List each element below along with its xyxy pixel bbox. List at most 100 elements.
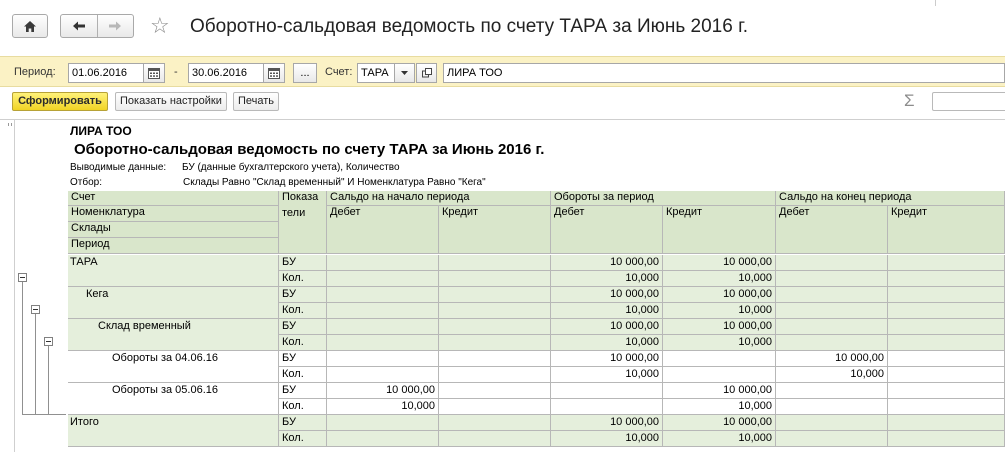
account-dropdown-button[interactable] — [394, 63, 415, 83]
show-settings-button[interactable]: Показать настройки — [115, 92, 227, 111]
cell-turnover-credit[interactable]: 10 000,00 — [663, 287, 776, 303]
cell-closing-credit[interactable] — [888, 303, 1005, 319]
cell-opening-debit[interactable] — [327, 287, 439, 303]
cell-opening-debit[interactable] — [327, 351, 439, 367]
row-label[interactable]: Обороты за 04.06.16 — [68, 351, 279, 383]
sum-icon[interactable]: Σ — [904, 91, 915, 111]
organization-field[interactable]: ЛИРА ТОО — [443, 63, 1005, 83]
cell-opening-credit[interactable] — [439, 255, 551, 271]
cell-closing-credit[interactable] — [888, 271, 1005, 287]
collapse-warehouse-toggle[interactable] — [44, 337, 53, 346]
cell-turnover-debit[interactable]: 10 000,00 — [551, 287, 663, 303]
cell-opening-credit[interactable] — [439, 399, 551, 415]
cell-turnover-credit[interactable]: 10 000,00 — [663, 383, 776, 399]
cell-turnover-credit[interactable]: 10,000 — [663, 335, 776, 351]
row-label[interactable]: Склад временный — [68, 319, 279, 351]
date-to-calendar-button[interactable] — [263, 63, 285, 83]
row-label[interactable]: ТАРА — [68, 255, 279, 287]
cell-opening-debit[interactable] — [327, 431, 439, 447]
period-select-button[interactable]: ... — [293, 63, 317, 83]
cell-closing-credit[interactable] — [888, 287, 1005, 303]
cell-closing-debit[interactable] — [776, 319, 888, 335]
cell-turnover-debit[interactable] — [551, 383, 663, 399]
forward-button[interactable] — [97, 15, 133, 37]
cell-turnover-debit[interactable] — [551, 399, 663, 415]
cell-turnover-credit[interactable]: 10 000,00 — [663, 319, 776, 335]
cell-turnover-credit[interactable]: 10,000 — [663, 303, 776, 319]
cell-turnover-debit[interactable]: 10 000,00 — [551, 255, 663, 271]
cell-opening-debit[interactable] — [327, 415, 439, 431]
cell-opening-credit[interactable] — [439, 351, 551, 367]
cell-closing-debit[interactable] — [776, 287, 888, 303]
cell-opening-debit[interactable] — [327, 255, 439, 271]
cell-opening-credit[interactable] — [439, 383, 551, 399]
cell-turnover-debit[interactable]: 10,000 — [551, 271, 663, 287]
report-area[interactable]: ЛИРА ТОО Оборотно-сальдовая ведомость по… — [0, 119, 1005, 452]
cell-closing-credit[interactable] — [888, 383, 1005, 399]
cell-opening-credit[interactable] — [439, 287, 551, 303]
cell-closing-debit[interactable] — [776, 431, 888, 447]
cell-closing-credit[interactable] — [888, 351, 1005, 367]
cell-opening-debit[interactable] — [327, 367, 439, 383]
cell-opening-debit[interactable]: 10 000,00 — [327, 383, 439, 399]
cell-turnover-credit[interactable]: 10 000,00 — [663, 255, 776, 271]
cell-opening-debit[interactable] — [327, 335, 439, 351]
cell-closing-debit[interactable] — [776, 415, 888, 431]
cell-opening-debit[interactable] — [327, 319, 439, 335]
cell-closing-debit[interactable] — [776, 383, 888, 399]
cell-closing-credit[interactable] — [888, 319, 1005, 335]
cell-opening-debit[interactable] — [327, 271, 439, 287]
back-button[interactable] — [61, 15, 97, 37]
cell-closing-credit[interactable] — [888, 415, 1005, 431]
cell-closing-credit[interactable] — [888, 255, 1005, 271]
collapse-tara-toggle[interactable] — [18, 273, 27, 282]
cell-closing-credit[interactable] — [888, 335, 1005, 351]
cell-opening-credit[interactable] — [439, 431, 551, 447]
generate-button[interactable]: Сформировать — [12, 92, 108, 111]
cell-turnover-debit[interactable]: 10 000,00 — [551, 319, 663, 335]
date-from-field[interactable]: 01.06.2016 — [68, 63, 144, 83]
cell-closing-debit[interactable] — [776, 399, 888, 415]
cell-opening-credit[interactable] — [439, 415, 551, 431]
cell-opening-credit[interactable] — [439, 271, 551, 287]
cell-turnover-credit[interactable]: 10,000 — [663, 399, 776, 415]
cell-turnover-debit[interactable]: 10,000 — [551, 367, 663, 383]
cell-closing-credit[interactable] — [888, 399, 1005, 415]
cell-turnover-credit[interactable]: 10,000 — [663, 271, 776, 287]
cell-closing-debit[interactable] — [776, 303, 888, 319]
cell-turnover-credit[interactable] — [663, 351, 776, 367]
favorite-star-icon[interactable]: ☆ — [150, 14, 170, 38]
row-label[interactable]: Обороты за 05.06.16 — [68, 383, 279, 415]
cell-turnover-credit[interactable]: 10,000 — [663, 431, 776, 447]
print-button[interactable]: Печать — [233, 92, 280, 111]
date-to-field[interactable]: 30.06.2016 — [188, 63, 264, 83]
cell-turnover-debit[interactable]: 10,000 — [551, 431, 663, 447]
cell-closing-debit[interactable] — [776, 271, 888, 287]
account-field[interactable]: ТАРА — [357, 63, 395, 83]
cell-opening-credit[interactable] — [439, 367, 551, 383]
cell-turnover-credit[interactable] — [663, 367, 776, 383]
cell-opening-credit[interactable] — [439, 303, 551, 319]
cell-closing-debit[interactable]: 10 000,00 — [776, 351, 888, 367]
account-open-button[interactable] — [416, 63, 437, 83]
cell-opening-credit[interactable] — [439, 335, 551, 351]
date-from-calendar-button[interactable] — [143, 63, 165, 83]
collapse-kega-toggle[interactable] — [31, 305, 40, 314]
cell-turnover-debit[interactable]: 10,000 — [551, 335, 663, 351]
cell-opening-debit[interactable] — [327, 303, 439, 319]
cell-opening-debit[interactable]: 10,000 — [327, 399, 439, 415]
home-button[interactable] — [12, 14, 48, 38]
cell-opening-credit[interactable] — [439, 319, 551, 335]
cell-closing-debit[interactable] — [776, 335, 888, 351]
sum-field[interactable] — [932, 92, 1005, 111]
cell-turnover-debit[interactable]: 10 000,00 — [551, 351, 663, 367]
cell-turnover-credit[interactable]: 10 000,00 — [663, 415, 776, 431]
cell-turnover-debit[interactable]: 10,000 — [551, 303, 663, 319]
cell-closing-credit[interactable] — [888, 367, 1005, 383]
cell-closing-debit[interactable] — [776, 255, 888, 271]
cell-closing-debit[interactable]: 10,000 — [776, 367, 888, 383]
cell-closing-credit[interactable] — [888, 431, 1005, 447]
row-label[interactable]: Кега — [68, 287, 279, 319]
row-label[interactable]: Итого — [68, 415, 279, 447]
cell-turnover-debit[interactable]: 10 000,00 — [551, 415, 663, 431]
